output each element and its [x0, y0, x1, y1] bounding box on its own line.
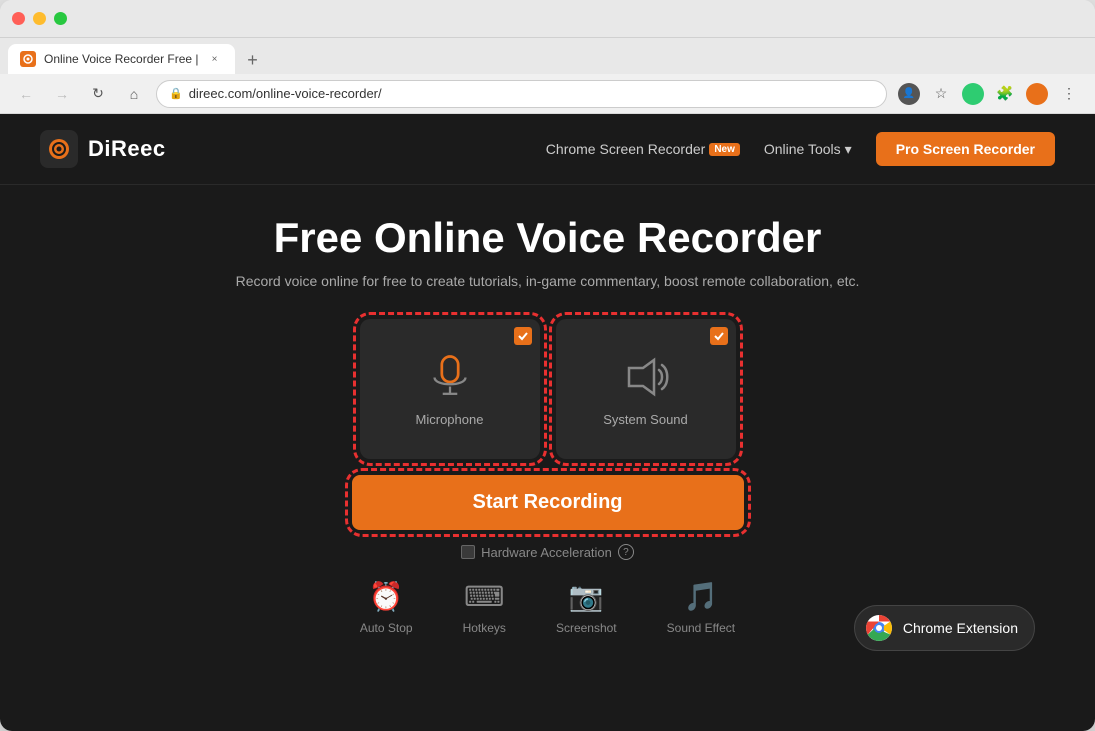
browser-tab[interactable]: Online Voice Recorder Free | × — [8, 44, 235, 74]
sound-effect-icon: 🎵 — [683, 580, 718, 613]
sound-effect-label: Sound Effect — [667, 621, 736, 635]
nav-online-tools[interactable]: Online Tools ▾ — [764, 141, 852, 158]
toolbar-icons: 👤 ☆ 🧩 ⋮ — [895, 80, 1083, 108]
main-content: Free Online Voice Recorder Record voice … — [0, 185, 1095, 731]
home-button[interactable]: ⌂ — [120, 80, 148, 108]
hardware-acceleration-help[interactable]: ? — [618, 544, 634, 560]
chrome-extension-button[interactable]: Chrome Extension — [854, 605, 1035, 651]
url-input[interactable]: 🔒 direec.com/online-voice-recorder/ — [156, 80, 887, 108]
title-bar — [0, 0, 1095, 38]
website-content: DiReec Chrome Screen Recorder New Online… — [0, 114, 1095, 731]
hotkeys-icon: ⌨ — [464, 580, 504, 613]
forward-button[interactable]: → — [48, 80, 76, 108]
chrome-extension-label: Chrome Extension — [903, 620, 1018, 636]
new-tab-button[interactable]: + — [239, 46, 267, 74]
account-orange-icon[interactable] — [1023, 80, 1051, 108]
back-icon: ← — [19, 86, 33, 102]
address-bar: ← → ↻ ⌂ 🔒 direec.com/online-voice-record… — [0, 74, 1095, 114]
screenshot-item: 📷 Screenshot — [556, 580, 617, 635]
hardware-acceleration-checkbox[interactable] — [461, 545, 475, 559]
extensions-icon[interactable]: 🧩 — [991, 80, 1019, 108]
hardware-acceleration-row: Hardware Acceleration ? — [461, 544, 634, 560]
minimize-button[interactable] — [33, 12, 46, 25]
home-icon: ⌂ — [130, 86, 138, 102]
chrome-logo-icon — [865, 614, 893, 642]
profile-icon[interactable]: 👤 — [895, 80, 923, 108]
screenshot-label: Screenshot — [556, 621, 617, 635]
sound-effect-item: 🎵 Sound Effect — [667, 580, 736, 635]
lock-icon: 🔒 — [169, 87, 183, 100]
logo-area: DiReec — [40, 130, 166, 168]
pro-screen-recorder-button[interactable]: Pro Screen Recorder — [876, 132, 1055, 166]
reload-icon: ↻ — [92, 85, 104, 102]
auto-stop-icon: ⏰ — [369, 580, 404, 613]
microphone-label: Microphone — [416, 412, 484, 427]
orange-profile — [1026, 83, 1048, 105]
browser-window: Online Voice Recorder Free | × + ← → ↻ ⌂… — [0, 0, 1095, 731]
site-header: DiReec Chrome Screen Recorder New Online… — [0, 114, 1095, 185]
system-sound-card[interactable]: System Sound — [556, 319, 736, 459]
hotkeys-label: Hotkeys — [463, 621, 506, 635]
start-recording-wrapper: Start Recording — [352, 475, 744, 530]
nav-links: Chrome Screen Recorder New Online Tools … — [546, 132, 1055, 166]
auto-stop-label: Auto Stop — [360, 621, 413, 635]
close-button[interactable] — [12, 12, 25, 25]
hardware-acceleration-label: Hardware Acceleration — [481, 545, 612, 560]
logo-text: DiReec — [88, 136, 166, 162]
bottom-icons: ⏰ Auto Stop ⌨ Hotkeys 📷 Screenshot 🎵 Sou… — [360, 580, 735, 645]
speaker-icon — [621, 352, 671, 402]
tab-title: Online Voice Recorder Free | — [44, 52, 199, 66]
green-profile — [962, 83, 984, 105]
reload-button[interactable]: ↻ — [84, 80, 112, 108]
logo-icon — [40, 130, 78, 168]
bookmark-icon[interactable]: ☆ — [927, 80, 955, 108]
hotkeys-item: ⌨ Hotkeys — [463, 580, 506, 635]
auto-stop-item: ⏰ Auto Stop — [360, 580, 413, 635]
microphone-card[interactable]: Microphone — [360, 319, 540, 459]
tab-close-icon[interactable]: × — [207, 51, 223, 67]
tab-bar: Online Voice Recorder Free | × + — [0, 38, 1095, 74]
start-recording-button[interactable]: Start Recording — [352, 475, 744, 530]
account-green-icon[interactable] — [959, 80, 987, 108]
microphone-checkbox[interactable] — [514, 327, 532, 345]
url-text: direec.com/online-voice-recorder/ — [189, 86, 382, 101]
tab-favicon — [20, 51, 36, 67]
forward-icon: → — [55, 86, 69, 102]
menu-icon[interactable]: ⋮ — [1055, 80, 1083, 108]
recording-options: Microphone System Sound — [360, 319, 736, 459]
screen-recorder-label: Chrome Screen Recorder — [546, 141, 706, 157]
screenshot-icon: 📷 — [569, 580, 604, 613]
page-subtitle: Record voice online for free to create t… — [236, 273, 860, 289]
system-sound-label: System Sound — [603, 412, 688, 427]
new-badge: New — [709, 143, 740, 156]
nav-screen-recorder[interactable]: Chrome Screen Recorder New — [546, 141, 740, 157]
maximize-button[interactable] — [54, 12, 67, 25]
traffic-lights — [12, 12, 67, 25]
system-sound-checkbox[interactable] — [710, 327, 728, 345]
back-button[interactable]: ← — [12, 80, 40, 108]
page-title: Free Online Voice Recorder — [274, 215, 822, 261]
online-tools-label: Online Tools — [764, 141, 841, 157]
chevron-down-icon: ▾ — [845, 141, 852, 158]
microphone-icon — [425, 352, 475, 402]
